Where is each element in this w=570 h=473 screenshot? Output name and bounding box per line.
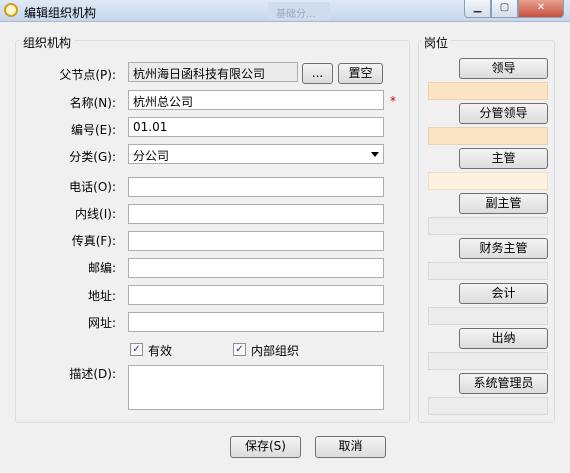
fax-field[interactable] [128, 231, 384, 251]
position-field-finance-supervisor[interactable] [428, 262, 548, 280]
position-field-accountant[interactable] [428, 307, 548, 325]
positions-group-title: 岗位 [421, 34, 452, 51]
address-label: 地址: [87, 289, 116, 303]
position-field-vice-supervisor[interactable] [428, 217, 548, 235]
maximize-button[interactable]: ▢ [491, 0, 518, 18]
fax-label: 传真(F): [71, 234, 116, 248]
position-button-supervisor[interactable]: 主管 [459, 148, 548, 169]
position-button-sysadmin[interactable]: 系统管理员 [459, 373, 548, 394]
position-button-accountant[interactable]: 会计 [459, 283, 548, 304]
position-button-deputy-leader[interactable]: 分管领导 [459, 103, 548, 124]
position-button-leader[interactable]: 领导 [459, 58, 548, 79]
position-button-finance-supervisor[interactable]: 财务主管 [459, 238, 548, 259]
position-button-vice-supervisor[interactable]: 副主管 [459, 193, 548, 214]
clear-parent-button[interactable]: 置空 [338, 63, 383, 84]
valid-checkbox-label: 有效 [148, 344, 173, 358]
address-field[interactable] [128, 285, 384, 305]
category-value: 分公司 [133, 149, 170, 163]
app-icon [4, 3, 18, 17]
position-field-sysadmin[interactable] [428, 397, 548, 415]
close-button[interactable]: ✕ [518, 0, 564, 18]
postcode-label: 邮编: [87, 261, 116, 275]
extension-label: 内线(I): [75, 207, 116, 221]
website-label: 网址: [87, 316, 116, 330]
postcode-field[interactable] [128, 258, 384, 278]
position-field-supervisor[interactable] [428, 172, 548, 190]
position-field-leader[interactable] [428, 82, 548, 100]
parent-browse-button[interactable]: ... [302, 63, 333, 84]
category-select[interactable]: 分公司 [128, 144, 384, 164]
title-bar: 编辑组织机构 基础分... ▁ ▢ ✕ [0, 0, 570, 22]
parent-label: 父节点(P): [59, 68, 116, 82]
window-title: 编辑组织机构 [24, 6, 97, 20]
website-field[interactable] [128, 312, 384, 332]
valid-checkbox[interactable]: ✓ [130, 343, 143, 356]
position-button-cashier[interactable]: 出纳 [459, 328, 548, 349]
name-field[interactable]: 杭州总公司 [128, 90, 384, 110]
cancel-button[interactable]: 取消 [315, 436, 386, 458]
phone-field[interactable] [128, 177, 384, 197]
extension-field[interactable] [128, 204, 384, 224]
parent-field[interactable]: 杭州海日函科技有限公司 [128, 62, 298, 82]
description-label: 描述(D): [69, 367, 116, 381]
save-button[interactable]: 保存(S) [230, 436, 301, 458]
minimize-button[interactable]: ▁ [464, 0, 491, 18]
position-field-cashier[interactable] [428, 352, 548, 370]
internal-org-checkbox-label: 内部组织 [251, 344, 300, 358]
phone-label: 电话(O): [69, 180, 116, 194]
required-marker: * [390, 94, 396, 108]
category-label: 分类(G): [69, 150, 116, 164]
chevron-down-icon[interactable] [371, 152, 379, 157]
name-label: 名称(N): [69, 96, 116, 110]
code-label: 编号(E): [71, 123, 116, 137]
code-field[interactable]: 01.01 [128, 117, 384, 137]
position-field-deputy-leader[interactable] [428, 127, 548, 145]
background-window-hint: 基础分... [268, 2, 330, 20]
description-textarea[interactable] [128, 365, 384, 410]
internal-org-checkbox[interactable]: ✓ [233, 343, 246, 356]
org-group-title: 组织机构 [20, 34, 75, 51]
